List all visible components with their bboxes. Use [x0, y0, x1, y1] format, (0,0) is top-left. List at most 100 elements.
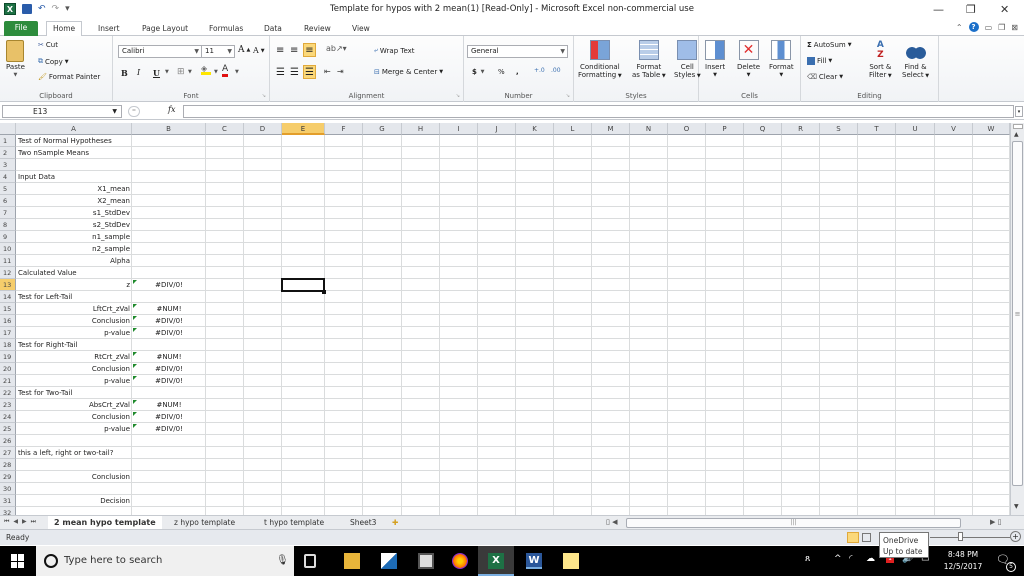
column-header-f[interactable]: F: [325, 123, 363, 135]
help-icon[interactable]: ?: [968, 22, 979, 32]
cell-b20[interactable]: #DIV/0!: [132, 363, 206, 375]
scroll-right-icon[interactable]: ▶ ▯: [990, 518, 1001, 526]
tab-formulas[interactable]: Formulas: [203, 22, 249, 36]
italic-button[interactable]: I: [137, 68, 140, 77]
column-header-t[interactable]: T: [858, 123, 896, 135]
conditional-formatting-button[interactable]: Conditional Formatting ▼: [578, 40, 622, 80]
cell-a13[interactable]: z: [16, 279, 132, 291]
cell-a31[interactable]: Decision: [16, 495, 132, 507]
currency-button[interactable]: $ ▼: [472, 68, 484, 76]
insert-sheet-icon[interactable]: ✚: [386, 516, 404, 529]
error-indicator-icon[interactable]: [133, 376, 137, 380]
column-header-e[interactable]: E: [282, 123, 325, 135]
row-header-28[interactable]: 28: [0, 459, 16, 471]
increase-decimal-button[interactable]: +.0: [534, 67, 545, 74]
row-header-32[interactable]: 32: [0, 507, 16, 515]
row-header-5[interactable]: 5: [0, 183, 16, 195]
cell-a11[interactable]: Alpha: [16, 255, 132, 267]
row-header-7[interactable]: 7: [0, 207, 16, 219]
cell-b17[interactable]: #DIV/0!: [132, 327, 206, 339]
cut-button[interactable]: ✂ Cut: [38, 41, 58, 49]
zoom-slider-thumb[interactable]: [958, 532, 963, 541]
row-header-13[interactable]: 13: [0, 279, 16, 291]
row-header-19[interactable]: 19: [0, 351, 16, 363]
error-indicator-icon[interactable]: [133, 424, 137, 428]
wifi-icon[interactable]: ◜: [849, 554, 853, 564]
tab-file[interactable]: File: [4, 21, 38, 36]
cell-b16[interactable]: #DIV/0!: [132, 315, 206, 327]
error-indicator-icon[interactable]: [133, 364, 137, 368]
error-indicator-icon[interactable]: [133, 412, 137, 416]
calculator-icon[interactable]: [418, 553, 434, 569]
task-view-icon[interactable]: [304, 554, 316, 568]
row-header-23[interactable]: 23: [0, 399, 16, 411]
autosum-button[interactable]: Σ AutoSum ▼: [807, 41, 852, 49]
cell-a18[interactable]: Test for Right-Tail: [16, 339, 132, 351]
cell-b21[interactable]: #DIV/0!: [132, 375, 206, 387]
split-box-horizontal[interactable]: [1013, 124, 1023, 129]
row-header-2[interactable]: 2: [0, 147, 16, 159]
cell-a2[interactable]: Two nSample Means: [16, 147, 132, 159]
cell-a6[interactable]: X2_mean: [16, 195, 132, 207]
column-header-g[interactable]: G: [363, 123, 402, 135]
cell-a1[interactable]: Test of Normal Hypotheses: [16, 135, 132, 147]
column-header-i[interactable]: I: [440, 123, 478, 135]
borders-dropdown-icon[interactable]: ▼: [188, 69, 192, 75]
error-indicator-icon[interactable]: [133, 316, 137, 320]
cell-a19[interactable]: RtCrt_zVal: [16, 351, 132, 363]
workbook-close-icon[interactable]: ⊠: [1011, 23, 1018, 32]
column-header-r[interactable]: R: [782, 123, 820, 135]
cell-a27[interactable]: this a left, right or two-tail?: [16, 447, 132, 459]
tab-data[interactable]: Data: [258, 22, 288, 36]
workbook-restore-icon[interactable]: ❐: [998, 23, 1005, 32]
excel-icon[interactable]: X: [488, 553, 504, 569]
tab-page-layout[interactable]: Page Layout: [136, 22, 194, 36]
fill-color-button[interactable]: ◈: [201, 65, 211, 75]
tab-review[interactable]: Review: [298, 22, 337, 36]
app-feather-icon[interactable]: [381, 553, 397, 569]
sheet-nav-buttons[interactable]: ⏮◀▶⏭: [4, 518, 40, 526]
row-header-11[interactable]: 11: [0, 255, 16, 267]
close-button[interactable]: ✕: [1000, 3, 1009, 16]
zoom-in-icon[interactable]: +: [1010, 531, 1021, 542]
bold-button[interactable]: B: [121, 68, 128, 78]
column-header-c[interactable]: C: [206, 123, 244, 135]
align-middle-button[interactable]: ≡: [290, 45, 298, 56]
cell-b15[interactable]: #NUM!: [132, 303, 206, 315]
wrap-text-button[interactable]: ⤶ Wrap Text: [374, 46, 415, 55]
insert-function-icon[interactable]: fx: [168, 105, 175, 114]
grow-font-button[interactable]: A ▲: [238, 45, 250, 55]
column-header-m[interactable]: M: [592, 123, 630, 135]
vertical-scroll-thumb[interactable]: ≡: [1012, 141, 1023, 486]
worksheet-grid[interactable]: ABCDEFGHIJKLMNOPQRSTUVW 1 Test of Normal …: [0, 123, 1010, 515]
align-bottom-button[interactable]: ≡: [303, 43, 316, 57]
delete-cells-button[interactable]: ✕ Delete ▼: [737, 40, 760, 79]
format-painter-button[interactable]: 🖌 Format Painter: [38, 73, 100, 81]
row-header-1[interactable]: 1: [0, 135, 16, 147]
increase-indent-button[interactable]: ⇥: [337, 67, 344, 76]
sheet-tab-z-hypo-template[interactable]: z hypo template: [168, 516, 241, 529]
row-header-24[interactable]: 24: [0, 411, 16, 423]
column-header-s[interactable]: S: [820, 123, 858, 135]
file-explorer-icon[interactable]: [344, 553, 360, 569]
sheet-tab-sheet3[interactable]: Sheet3: [344, 516, 382, 529]
cell-a29[interactable]: Conclusion: [16, 471, 132, 483]
align-top-button[interactable]: ≡: [276, 45, 284, 56]
error-indicator-icon[interactable]: [133, 352, 137, 356]
fill-button[interactable]: Fill ▼: [807, 57, 832, 65]
tab-view[interactable]: View: [346, 22, 376, 36]
column-header-h[interactable]: H: [402, 123, 440, 135]
row-header-15[interactable]: 15: [0, 303, 16, 315]
cell-b25[interactable]: #DIV/0!: [132, 423, 206, 435]
column-header-j[interactable]: J: [478, 123, 516, 135]
row-header-14[interactable]: 14: [0, 291, 16, 303]
row-header-21[interactable]: 21: [0, 375, 16, 387]
clear-button[interactable]: ⌫ Clear ▼: [807, 73, 843, 81]
clock[interactable]: 8:48 PM 12/5/2017: [938, 549, 988, 573]
cell-a5[interactable]: X1_mean: [16, 183, 132, 195]
sheet-tab-2-mean-hypo-template[interactable]: 2 mean hypo template: [48, 516, 162, 529]
number-dialog-launcher-icon[interactable]: ↘: [566, 93, 570, 99]
scroll-down-icon[interactable]: ▼: [1014, 503, 1019, 510]
expand-formula-bar-button[interactable]: ▾: [1015, 106, 1023, 117]
align-right-button[interactable]: ☰: [303, 65, 316, 79]
